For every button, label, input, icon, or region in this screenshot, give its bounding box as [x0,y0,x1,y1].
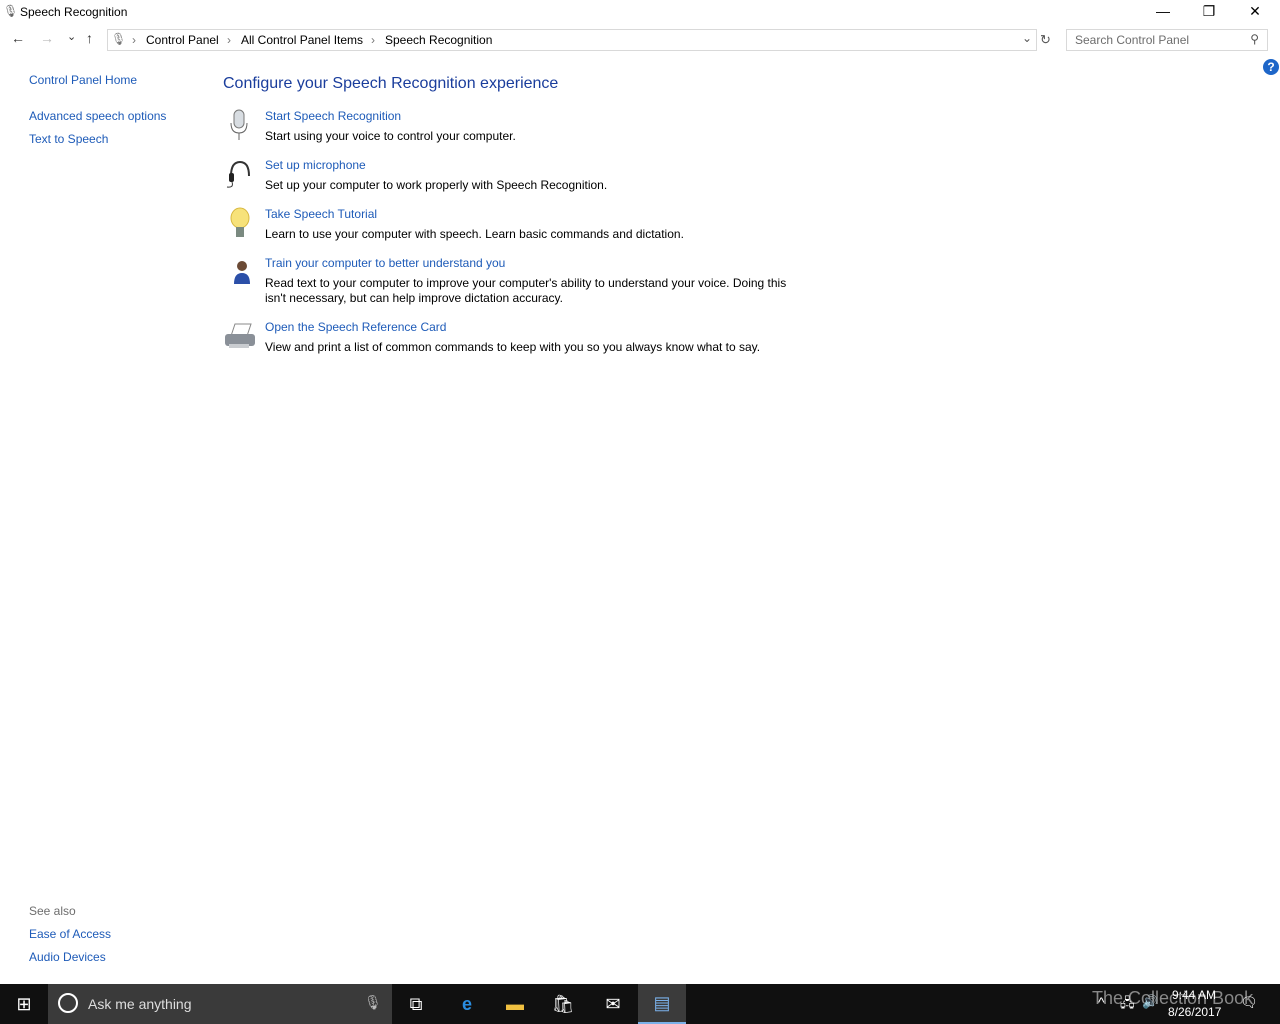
task-view-button[interactable]: ⧉ [392,984,440,1024]
taskbar: ⊞ Ask me anything 🎙 ⧉ e ▬ 🛍 ✉ ▤ The Coll… [0,984,1280,1024]
task-description: Learn to use your computer with speech. … [265,227,684,241]
control-panel-taskbar-button[interactable]: ▤ [638,984,686,1024]
minimize-button[interactable]: — [1140,0,1186,24]
show-hidden-icons-button[interactable]: ^ [1098,994,1105,1010]
breadcrumb-all-items[interactable]: All Control Panel Items [241,33,363,47]
maximize-button[interactable]: ❐ [1186,0,1232,24]
task-link[interactable]: Set up microphone [265,158,366,172]
forward-button[interactable]: → [40,30,54,46]
lightbulb-icon [230,207,250,237]
headset-icon [226,160,250,188]
microphone-icon [230,109,248,140]
task-description: Read text to your computer to improve yo… [265,276,787,305]
chevron-right-icon: › [132,33,136,47]
back-button[interactable]: ← [11,30,25,46]
notifications-icon[interactable]: 🗨 [1240,994,1258,1011]
microphone-icon: 🎙 [364,994,382,1010]
recent-locations-button[interactable]: ⌄ [67,30,76,43]
up-button[interactable]: ↑ [86,30,93,46]
cortana-search-box[interactable]: Ask me anything 🎙 [48,984,392,1024]
printer-icon [225,323,255,348]
chevron-right-icon: › [371,33,375,47]
task-link[interactable]: Train your computer to better understand… [265,256,505,270]
task-description: Set up your computer to work properly wi… [265,178,608,192]
title-bar: 🎙 Speech Recognition — ❐ ✕ [0,0,1280,24]
microphone-icon: 🎙 [3,4,19,18]
breadcrumb-speech-recognition[interactable]: Speech Recognition [385,33,492,47]
start-button[interactable]: ⊞ [0,984,48,1024]
volume-icon[interactable]: 🔊 [1142,994,1158,1010]
chevron-right-icon: › [227,33,231,47]
clock-time[interactable]: 9:44 AM [1172,988,1216,1002]
microphone-icon: 🎙 [111,32,127,46]
address-dropdown-button[interactable]: ⌄ [1022,31,1032,45]
page-title: Configure your Speech Recognition experi… [223,75,559,92]
edge-icon[interactable]: e [443,984,491,1024]
see-also-audio-devices[interactable]: Audio Devices [29,950,106,964]
task-link[interactable]: Start Speech Recognition [265,109,401,123]
user-icon [234,261,250,284]
sidebar-item-text-to-speech[interactable]: Text to Speech [29,132,108,146]
search-placeholder: Search Control Panel [1075,33,1190,47]
refresh-button[interactable]: ↻ [1040,32,1051,48]
sidebar-item-control-panel-home[interactable]: Control Panel Home [29,73,137,87]
search-input[interactable]: Search Control Panel ⚲ [1066,29,1268,51]
see-also-ease-of-access[interactable]: Ease of Access [29,927,111,941]
search-icon: ⚲ [1250,32,1259,46]
task-link[interactable]: Open the Speech Reference Card [265,320,446,334]
task-link[interactable]: Take Speech Tutorial [265,207,377,221]
mail-icon[interactable]: ✉ [589,984,637,1024]
file-explorer-icon[interactable]: ▬ [491,984,539,1024]
task-description: Start using your voice to control your c… [265,129,516,143]
sidebar-item-advanced-speech-options[interactable]: Advanced speech options [29,109,166,123]
clock-date[interactable]: 8/26/2017 [1168,1005,1221,1019]
search-placeholder: Ask me anything [88,996,192,1012]
help-button[interactable]: ? [1263,59,1279,75]
task-description: View and print a list of common commands… [265,340,761,354]
window-title: Speech Recognition [20,5,128,19]
close-button[interactable]: ✕ [1232,0,1278,24]
cortana-icon [58,993,78,1013]
windows-icon: ⊞ [16,993,32,1014]
see-also-label: See also [29,904,76,918]
address-bar[interactable]: 🎙 › Control Panel › All Control Panel It… [107,29,1037,51]
breadcrumb-control-panel[interactable]: Control Panel [146,33,219,47]
store-icon[interactable]: 🛍 [539,984,587,1024]
network-icon[interactable]: 🖧 [1120,994,1135,1016]
